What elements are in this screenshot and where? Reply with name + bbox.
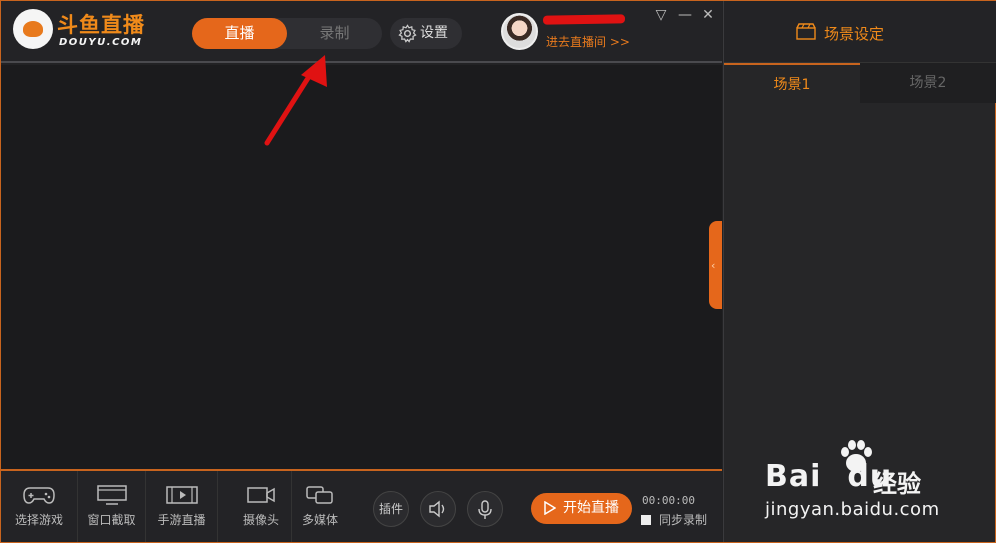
tool-label: 选择游戏 (14, 513, 63, 527)
watermark-url: jingyan.baidu.com (765, 499, 940, 520)
user-info: 进去直播间 >> (501, 13, 641, 53)
tab-scene-1[interactable]: 场景1 (724, 63, 860, 103)
brand-subtitle: DOUYU.COM (59, 37, 143, 48)
menu-dropdown-icon[interactable]: ▽ (652, 6, 670, 24)
watermark-brand-cn: 经验 (873, 470, 921, 498)
media-icon (306, 486, 333, 504)
tool-label: 手游直播 (157, 513, 206, 527)
redacted-username (542, 14, 626, 25)
speaker-icon (429, 500, 445, 518)
collapse-panel-handle[interactable]: ‹ (709, 221, 722, 309)
mode-switch: 直播 录制 (192, 18, 382, 49)
start-live-button[interactable]: 开始直播 (531, 493, 632, 524)
douyu-logo: 斗鱼直播 DOUYU.COM (13, 9, 148, 51)
tab-scene-2[interactable]: 场景2 (860, 63, 996, 103)
live-timer: 00:00:00 (642, 494, 695, 507)
camera-button[interactable]: 摄像头 (231, 471, 291, 542)
preview-canvas (1, 65, 722, 469)
settings-button[interactable]: 设置 (390, 18, 462, 49)
sync-record-label: 同步录制 (659, 513, 708, 527)
window-capture-button[interactable]: 窗口截取 (78, 471, 145, 542)
microphone-icon (478, 500, 492, 519)
tab-live[interactable]: 直播 (192, 18, 287, 49)
tool-label: 摄像头 (242, 513, 279, 527)
settings-label: 设置 (420, 25, 448, 41)
scene-tabs: 场景1 场景2 (724, 63, 996, 103)
camera-icon (247, 487, 275, 503)
fish-logo-icon (13, 9, 53, 49)
close-icon[interactable]: ✕ (699, 6, 717, 24)
gamepad-icon (23, 487, 55, 504)
tool-label: 窗口截取 (87, 513, 136, 527)
select-game-button[interactable]: 选择游戏 (1, 471, 77, 542)
divider (217, 471, 218, 542)
speaker-button[interactable] (420, 491, 456, 527)
microphone-button[interactable] (467, 491, 503, 527)
main-area: 斗鱼直播 DOUYU.COM 直播 录制 设置 进去直播间 >> ▽ — ✕ ‹… (1, 1, 722, 542)
avatar[interactable] (501, 13, 538, 50)
sync-record-option: 同步录制 (641, 511, 707, 528)
tool-label: 多媒体 (301, 513, 338, 527)
mobile-play-icon (165, 486, 198, 504)
annotation-arrow-icon (264, 55, 327, 146)
tab-record[interactable]: 录制 (287, 18, 382, 49)
enter-room-link[interactable]: 进去直播间 >> (546, 33, 630, 50)
brand-name: 斗鱼直播 (57, 13, 145, 37)
watermark-brand-head: Bai (765, 459, 822, 494)
clapperboard-icon (796, 23, 816, 40)
scene-panel-title: 场景设定 (824, 25, 885, 43)
baidu-jingyan-watermark: Bai du 经验 jingyan.baidu.com (765, 439, 945, 529)
minimize-icon[interactable]: — (676, 6, 694, 24)
mobile-live-button[interactable]: 手游直播 (146, 471, 217, 542)
sync-record-checkbox[interactable] (641, 515, 651, 525)
chevron-left-icon: ‹ (711, 259, 716, 272)
start-live-label: 开始直播 (563, 500, 619, 516)
plugin-button[interactable]: 插件 (373, 491, 409, 527)
gear-icon (398, 24, 417, 43)
scene-panel-header: 场景设定 (724, 1, 996, 63)
bottom-toolbar: 选择游戏 窗口截取 手游直播 摄像头 多媒体 插件 开始直播 00:00:00 … (1, 469, 722, 542)
monitor-icon (96, 485, 127, 505)
top-bar: 斗鱼直播 DOUYU.COM 直播 录制 设置 进去直播间 >> ▽ — ✕ (1, 1, 722, 63)
play-icon (544, 501, 556, 515)
multimedia-button[interactable]: 多媒体 (292, 471, 348, 542)
douyu-live-app: 斗鱼直播 DOUYU.COM 直播 录制 设置 进去直播间 >> ▽ — ✕ ‹… (0, 0, 996, 543)
